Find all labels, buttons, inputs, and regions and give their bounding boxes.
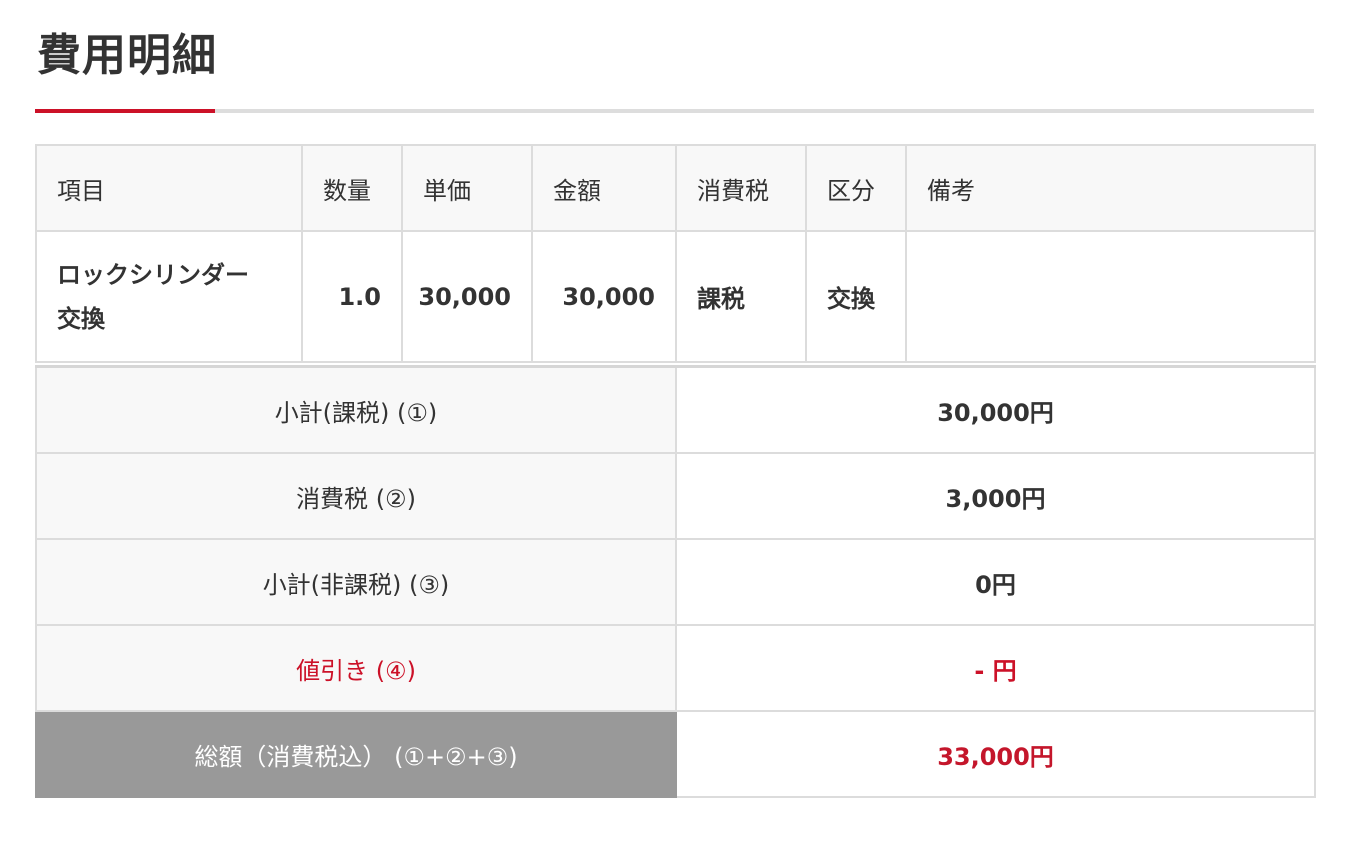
consumption-tax-label: 消費税 (②): [35, 452, 677, 540]
subtotal-nontaxable-label: 小計(非課税) (③): [35, 538, 677, 626]
summary-table: 小計(課税) (①) 30,000円 消費税 (②) 3,000円 小計(非課税…: [35, 365, 1316, 798]
header-tax: 消費税: [675, 144, 807, 232]
remarks-cell: [905, 230, 1316, 363]
tax-cell: 課税: [675, 230, 807, 363]
discount-label: 値引き (④): [35, 624, 677, 712]
subtotal-taxable-row: 小計(課税) (①) 30,000円: [35, 365, 1316, 454]
title-underline: [35, 109, 1314, 113]
consumption-tax-value: 3,000円: [675, 452, 1316, 540]
consumption-tax-row: 消費税 (②) 3,000円: [35, 452, 1316, 540]
total-row: 総額（消費税込） (①+②+③) 33,000円: [35, 710, 1316, 798]
total-label: 総額（消費税込） (①+②+③): [35, 710, 677, 798]
total-value: 33,000円: [675, 710, 1316, 798]
subtotal-taxable-label: 小計(課税) (①): [35, 365, 677, 454]
header-amount: 金額: [531, 144, 677, 232]
item-name-line1: ロックシリンダー: [57, 260, 249, 289]
header-unit-price: 単価: [401, 144, 533, 232]
items-table-header-row: 項目 数量 単価 金額 消費税 区分 備考: [35, 144, 1316, 232]
items-table: 項目 数量 単価 金額 消費税 区分 備考 ロックシリンダー 交換 1.0 30…: [35, 144, 1316, 363]
item-name-line2: 交換: [57, 304, 105, 333]
header-item: 項目: [35, 144, 303, 232]
discount-row: 値引き (④) - 円: [35, 624, 1316, 712]
unit-price-cell: 30,000: [401, 230, 533, 363]
page-title: 費用明細: [37, 30, 217, 81]
header-category: 区分: [805, 144, 907, 232]
subtotal-nontaxable-value: 0円: [675, 538, 1316, 626]
header-remarks: 備考: [905, 144, 1316, 232]
subtotal-nontaxable-row: 小計(非課税) (③) 0円: [35, 538, 1316, 626]
table-row: ロックシリンダー 交換 1.0 30,000 30,000 課税 交換: [35, 230, 1316, 363]
amount-cell: 30,000: [531, 230, 677, 363]
item-name-cell: ロックシリンダー 交換: [35, 230, 303, 363]
discount-value: - 円: [675, 624, 1316, 712]
title-underline-accent: [35, 109, 215, 113]
category-cell: 交換: [805, 230, 907, 363]
quantity-cell: 1.0: [301, 230, 403, 363]
header-quantity: 数量: [301, 144, 403, 232]
subtotal-taxable-value: 30,000円: [675, 365, 1316, 454]
